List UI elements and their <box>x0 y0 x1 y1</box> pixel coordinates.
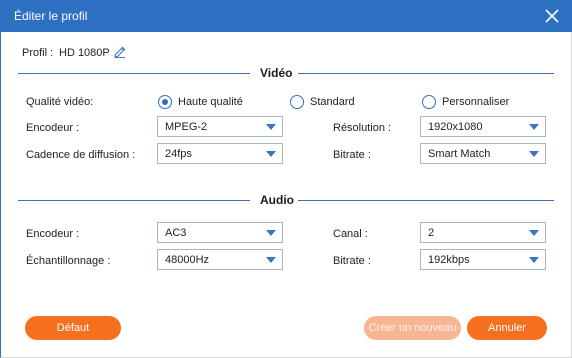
resolution-select[interactable]: 1920x1080 <box>420 116 546 137</box>
audio-encoder-label: Encodeur : <box>26 228 80 240</box>
framerate-label: Cadence de diffusion : <box>26 149 136 161</box>
audio-encoder-value: AC3 <box>165 227 187 239</box>
channel-label: Canal : <box>333 228 368 240</box>
chevron-down-icon <box>266 257 276 263</box>
channel-select[interactable]: 2 <box>420 222 546 243</box>
cancel-button[interactable]: Annuler <box>467 316 547 340</box>
video-bitrate-value: Smart Match <box>428 148 491 160</box>
radio-standard-label: Standard <box>310 96 355 108</box>
video-section-title: Vidéo <box>260 66 293 80</box>
channel-value: 2 <box>428 227 435 239</box>
resolution-value: 1920x1080 <box>428 121 483 133</box>
audio-section-title: Audio <box>260 193 294 207</box>
chevron-down-icon <box>529 230 539 236</box>
section-divider <box>298 73 554 74</box>
audio-bitrate-label: Bitrate : <box>333 255 371 267</box>
title-bar: Éditer le profil <box>0 0 572 32</box>
profile-value: HD 1080P <box>59 47 110 59</box>
window-title: Éditer le profil <box>14 9 88 23</box>
chevron-down-icon <box>529 257 539 263</box>
video-encoder-select[interactable]: MPEG-2 <box>157 116 283 137</box>
profile-label: Profil : <box>22 47 54 59</box>
audio-bitrate-select[interactable]: 192kbps <box>420 249 546 270</box>
section-divider <box>298 200 554 201</box>
framerate-value: 24fps <box>165 148 192 160</box>
video-bitrate-label: Bitrate : <box>333 149 371 161</box>
samplerate-select[interactable]: 48000Hz <box>157 249 283 270</box>
radio-high-quality-label: Haute qualité <box>178 96 243 108</box>
radio-standard[interactable] <box>290 95 304 109</box>
video-encoder-value: MPEG-2 <box>165 121 208 133</box>
section-divider <box>18 200 250 201</box>
video-bitrate-select[interactable]: Smart Match <box>420 143 546 164</box>
section-divider <box>18 73 250 74</box>
chevron-down-icon <box>529 151 539 157</box>
chevron-down-icon <box>266 151 276 157</box>
audio-encoder-select[interactable]: AC3 <box>157 222 283 243</box>
samplerate-label: Échantillonnage : <box>26 255 111 267</box>
create-new-button[interactable]: Créer un nouveau <box>364 316 461 340</box>
samplerate-value: 48000Hz <box>165 254 210 266</box>
radio-custom[interactable] <box>422 95 436 109</box>
video-encoder-label: Encodeur : <box>26 122 80 134</box>
default-button[interactable]: Défaut <box>25 316 121 340</box>
radio-high-quality[interactable] <box>158 95 172 109</box>
resolution-label: Résolution : <box>333 122 392 134</box>
close-button[interactable] <box>542 6 562 26</box>
audio-bitrate-value: 192kbps <box>428 254 470 266</box>
close-icon <box>545 9 559 23</box>
chevron-down-icon <box>529 124 539 130</box>
pencil-icon[interactable] <box>113 45 127 59</box>
chevron-down-icon <box>266 124 276 130</box>
chevron-down-icon <box>266 230 276 236</box>
radio-custom-label: Personnaliser <box>442 96 510 108</box>
framerate-select[interactable]: 24fps <box>157 143 283 164</box>
quality-label: Qualité vidéo: <box>26 96 94 108</box>
